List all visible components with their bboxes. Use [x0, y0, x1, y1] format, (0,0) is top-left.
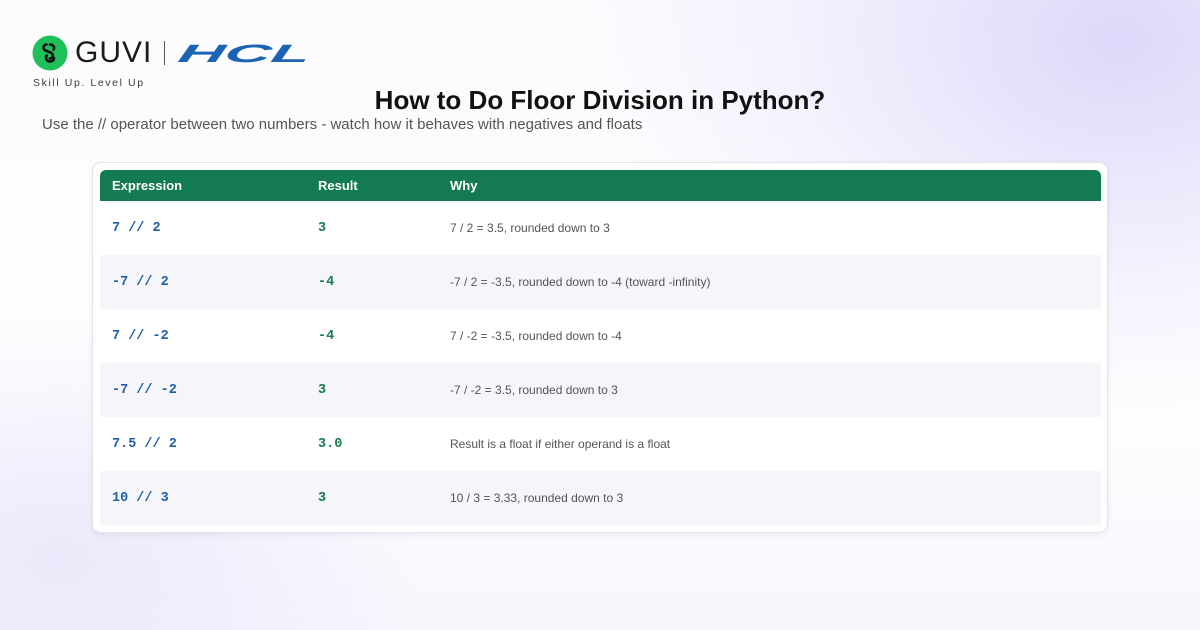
table-row: 7 // 2 3 7 / 2 = 3.5, rounded down to 3	[100, 201, 1101, 255]
brand-divider	[164, 41, 166, 65]
page-title: How to Do Floor Division in Python?	[374, 85, 826, 115]
result-cell: 3	[318, 490, 327, 506]
expression-cell: -7 // 2	[112, 274, 169, 290]
floor-division-table-card: Expression Result Why 7 // 2 3 7 / 2 = 3…	[92, 162, 1108, 533]
svg-text:HCL: HCL	[177, 42, 311, 64]
why-cell: -7 / -2 = 3.5, rounded down to 3	[450, 383, 618, 397]
table-row: -7 // -2 3 -7 / -2 = 3.5, rounded down t…	[100, 363, 1101, 417]
table-row: 10 // 3 3 10 / 3 = 3.33, rounded down to…	[100, 471, 1101, 525]
why-cell: -7 / 2 = -3.5, rounded down to -4 (towar…	[450, 275, 711, 289]
why-cell: 7 / 2 = 3.5, rounded down to 3	[450, 221, 610, 235]
guvi-wordmark: GUVI	[75, 36, 153, 69]
expression-cell: 7 // -2	[112, 328, 169, 344]
result-cell: -4	[318, 328, 335, 344]
result-cell: -4	[318, 274, 335, 290]
guvi-logo-icon	[32, 35, 68, 71]
why-cell: Result is a float if either operand is a…	[450, 437, 671, 451]
expression-cell: 7 // 2	[112, 220, 161, 236]
column-header-why: Why	[450, 178, 478, 193]
result-cell: 3	[318, 382, 327, 398]
why-cell: 7 / -2 = -3.5, rounded down to -4	[450, 329, 622, 343]
table-header-row: Expression Result Why	[100, 170, 1101, 201]
result-cell: 3	[318, 220, 327, 236]
table-row: 7.5 // 2 3.0 Result is a float if either…	[100, 417, 1101, 471]
expression-cell: 7.5 // 2	[112, 436, 177, 452]
table-row: 7 // -2 -4 7 / -2 = -3.5, rounded down t…	[100, 309, 1101, 363]
expression-cell: 10 // 3	[112, 490, 169, 506]
hcl-logo: HCL	[177, 42, 311, 64]
floor-division-table: Expression Result Why 7 // 2 3 7 / 2 = 3…	[100, 170, 1101, 525]
why-cell: 10 / 3 = 3.33, rounded down to 3	[450, 491, 624, 505]
column-header-expression: Expression	[112, 178, 183, 193]
column-header-result: Result	[318, 178, 358, 193]
brand-logo-row: GUVI HCL	[32, 34, 311, 72]
expression-cell: -7 // -2	[112, 382, 177, 398]
page-subtitle: Use the // operator between two numbers …	[42, 116, 643, 133]
result-cell: 3.0	[318, 436, 343, 452]
table-row: -7 // 2 -4 -7 / 2 = -3.5, rounded down t…	[100, 255, 1101, 309]
